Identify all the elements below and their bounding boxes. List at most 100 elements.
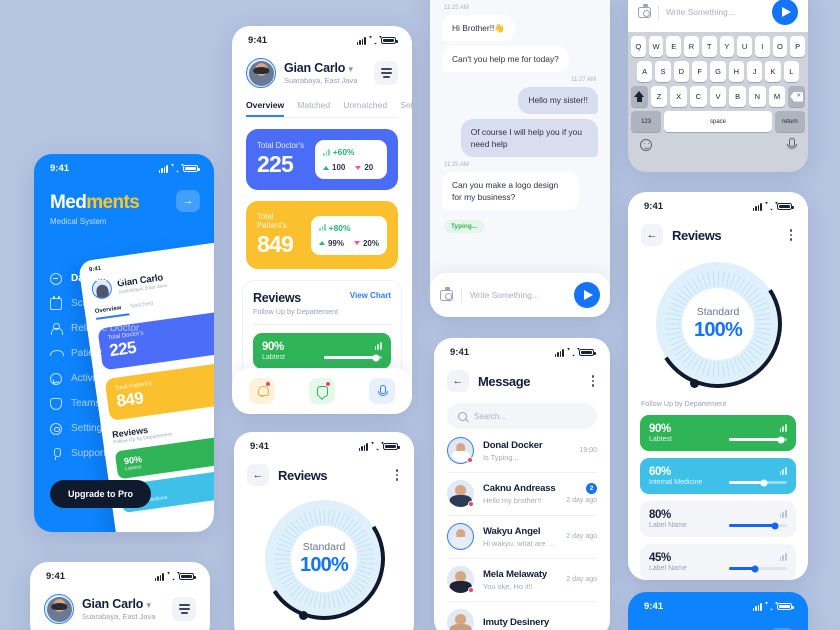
sidebar-item-support[interactable]: Support <box>50 441 214 466</box>
key-z[interactable]: Z <box>650 86 668 107</box>
tab-matched[interactable]: Matched <box>297 100 330 117</box>
search-input[interactable]: Search... <box>447 403 597 429</box>
key-g[interactable]: G <box>710 61 726 82</box>
key-v[interactable]: V <box>709 86 727 107</box>
send-icon[interactable] <box>772 0 798 25</box>
kebab-menu-icon[interactable] <box>589 372 597 389</box>
key-o[interactable]: O <box>772 36 788 57</box>
sidebar-item-dashboard[interactable]: Dashboard <box>50 266 214 291</box>
list-item[interactable]: Wakyu Angel Hi wakyu, what are you... 2 … <box>434 515 610 558</box>
chat-composer: Write Something... <box>430 273 610 317</box>
key-t[interactable]: T <box>701 36 717 57</box>
stat-card-patients[interactable]: Total Patient's 849 +80% 99% 20% <box>246 201 398 269</box>
stat-change: +60% <box>323 147 379 157</box>
key-q[interactable]: Q <box>630 36 646 57</box>
review-bar-4[interactable]: 45% Label Name <box>640 544 796 580</box>
sidebar-item-activity[interactable]: Activity <box>50 366 214 391</box>
tab-overview[interactable]: Overview <box>246 100 285 117</box>
arrow-right-icon[interactable]: → <box>176 190 200 212</box>
key-d[interactable]: D <box>673 61 689 82</box>
keyboard-row-2: A S D F G H J K L <box>628 61 808 82</box>
back-arrow-icon[interactable]: ← <box>447 370 469 392</box>
gauge-knob[interactable] <box>690 379 699 388</box>
key-j[interactable]: J <box>746 61 763 82</box>
key-k[interactable]: K <box>765 61 781 82</box>
kebab-menu-icon[interactable] <box>787 226 795 243</box>
stat-value: 849 <box>257 231 294 257</box>
key-y[interactable]: Y <box>719 36 735 57</box>
message-preview: Hello my brother!! <box>483 495 542 505</box>
sidebar-item-patient[interactable]: Patient <box>50 341 214 366</box>
message-list-panel: 9:41 ← Message Search... Donal Docker Is… <box>434 338 610 630</box>
sidebar-item-settings[interactable]: Settings <box>50 416 214 441</box>
hamburger-icon[interactable] <box>172 597 196 621</box>
review-bar-slider[interactable] <box>729 565 787 572</box>
key-i[interactable]: I <box>754 36 770 57</box>
chat-icon[interactable] <box>309 378 335 404</box>
mic-icon[interactable] <box>369 378 395 404</box>
activity-icon <box>50 372 62 385</box>
sidebar-item-teams[interactable]: Teams <box>50 391 214 416</box>
key-u[interactable]: U <box>737 36 752 57</box>
key-w[interactable]: W <box>648 36 664 57</box>
message-input[interactable]: Write Something... <box>666 7 765 17</box>
back-arrow-icon[interactable]: ← <box>641 224 663 246</box>
review-bar-slider[interactable] <box>729 479 787 486</box>
sidebar-item-schedule[interactable]: Schedule <box>50 291 214 316</box>
upgrade-to-pro-button[interactable]: Upgrade to Pro <box>50 480 152 508</box>
status-bar: 9:41 <box>34 154 214 176</box>
review-bar-labtest[interactable]: 90% Labtest <box>640 415 796 451</box>
shift-icon[interactable] <box>630 86 648 107</box>
list-item[interactable]: Mela Melawaty You oke, Ho it!! 2 day ago <box>434 558 610 601</box>
mic-icon[interactable] <box>786 138 797 151</box>
key-b[interactable]: B <box>729 86 747 107</box>
status-bar: 9:41 <box>232 26 412 48</box>
return-key[interactable]: return <box>774 111 805 132</box>
send-icon[interactable] <box>574 282 600 308</box>
list-item[interactable]: Imuty Desinery <box>434 601 610 630</box>
numeric-key[interactable]: 123 <box>631 111 662 132</box>
key-n[interactable]: N <box>749 86 766 107</box>
backspace-icon[interactable]: ✕ <box>788 86 806 107</box>
key-a[interactable]: A <box>637 61 653 82</box>
avatar <box>447 437 474 464</box>
tab-settled[interactable]: Settled <box>400 100 412 117</box>
review-bar-3[interactable]: 80% Label Name <box>640 501 796 537</box>
space-key[interactable]: space <box>664 111 772 132</box>
stat-card-doctors[interactable]: Total Doctor's 225 +60% 100 20 <box>246 129 398 190</box>
key-p[interactable]: P <box>790 36 806 57</box>
key-s[interactable]: S <box>655 61 671 82</box>
review-bar-slider[interactable] <box>324 354 382 361</box>
kebab-menu-icon[interactable] <box>393 466 401 483</box>
message-input[interactable]: Write Something... <box>470 290 566 300</box>
list-item[interactable]: Donal Docker Is Typing... 19:00 <box>434 429 610 472</box>
gauge-knob[interactable] <box>299 611 308 620</box>
key-l[interactable]: L <box>783 61 799 82</box>
user-name-row[interactable]: Gian Carlo ▾ <box>284 61 366 75</box>
back-arrow-icon[interactable]: ← <box>247 464 269 486</box>
page-title: Reviews <box>278 467 328 483</box>
view-chart-link[interactable]: View Chart <box>350 291 391 300</box>
review-bar-labtest[interactable]: 90% Labtest <box>253 333 391 369</box>
key-f[interactable]: F <box>692 61 708 82</box>
key-h[interactable]: H <box>728 61 744 82</box>
review-bar-slider[interactable] <box>729 436 787 443</box>
key-x[interactable]: X <box>670 86 687 107</box>
tab-unmatched[interactable]: Unmatched <box>343 100 387 117</box>
sidebar-item-reliable-doctor[interactable]: Reliable Doctor <box>50 316 214 341</box>
signal-icon <box>356 37 366 45</box>
key-m[interactable]: M <box>768 86 786 107</box>
key-c[interactable]: C <box>690 86 707 107</box>
camera-icon[interactable] <box>638 4 651 18</box>
chat-timestamp: 11:25 AM <box>444 161 469 168</box>
key-r[interactable]: R <box>684 36 699 57</box>
list-item[interactable]: Caknu Andreass Hello my brother!! 2 2 da… <box>434 472 610 515</box>
hamburger-icon[interactable] <box>374 61 398 85</box>
user-name-row[interactable]: Gian Carlo ▾ <box>82 597 164 611</box>
key-e[interactable]: E <box>666 36 682 57</box>
bell-icon[interactable] <box>249 378 275 404</box>
review-bar-slider[interactable] <box>729 522 787 529</box>
emoji-icon[interactable] <box>640 138 652 151</box>
camera-icon[interactable] <box>440 287 453 301</box>
review-bar-internal-medicine[interactable]: 60% Internal Medicine <box>640 458 796 494</box>
